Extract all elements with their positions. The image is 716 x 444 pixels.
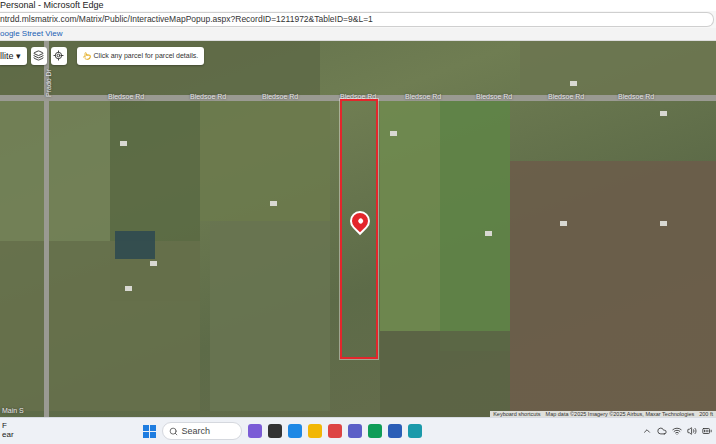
building xyxy=(125,286,132,291)
locate-icon xyxy=(53,50,64,61)
street-view-link[interactable]: oogle Street View xyxy=(0,29,63,38)
wifi-icon[interactable] xyxy=(672,426,682,436)
start-icon[interactable] xyxy=(143,425,156,438)
field-patch xyxy=(380,331,510,417)
taskbar-search[interactable]: Search xyxy=(162,422,242,440)
road-label: Prado Dr xyxy=(45,69,52,97)
attribution-text: Map data ©2025 Imagery ©2025 Airbus, Max… xyxy=(546,411,695,417)
app-icon[interactable] xyxy=(268,424,282,438)
field-patch xyxy=(200,101,330,221)
field-patch xyxy=(0,101,110,241)
taskbar-center: Search xyxy=(32,422,642,440)
chevron-up-icon[interactable] xyxy=(642,426,652,436)
road xyxy=(44,41,49,417)
app-icon[interactable] xyxy=(328,424,342,438)
building xyxy=(660,221,667,226)
taskbar: Fear Search xyxy=(0,417,716,444)
address-row: ntrdd.mlsmatrix.com/Matrix/Public/Intera… xyxy=(0,11,716,28)
building xyxy=(120,141,127,146)
map-attribution: Keyboard shortcuts Map data ©2025 Imagery… xyxy=(490,411,716,417)
app-icon[interactable] xyxy=(248,424,262,438)
map-type-select[interactable]: llite ▾ xyxy=(0,47,27,65)
search-icon xyxy=(169,427,178,436)
volume-icon[interactable] xyxy=(687,426,697,436)
map-toolbar: llite ▾ Click any parcel for parcel detai… xyxy=(0,47,204,65)
road-label: Bledsoe Rd xyxy=(262,93,298,100)
address-bar[interactable]: ntrdd.mlsmatrix.com/Matrix/Public/Intera… xyxy=(0,12,714,27)
field-patch xyxy=(0,241,200,411)
map[interactable]: Prado Dr Bledsoe Rd Bledsoe Rd Bledsoe Rd Bl… xyxy=(0,41,716,417)
app-icon[interactable] xyxy=(408,424,422,438)
weather-widget[interactable]: Fear xyxy=(2,422,32,440)
system-tray xyxy=(642,426,712,436)
battery-icon[interactable] xyxy=(702,426,712,436)
field-patch xyxy=(210,221,330,411)
road-label: Bledsoe Rd xyxy=(476,93,512,100)
road-label: Bledsoe Rd xyxy=(108,93,144,100)
pointer-icon xyxy=(83,52,91,60)
road-label: Bledsoe Rd xyxy=(548,93,584,100)
locate-button[interactable] xyxy=(51,47,67,65)
road-label: Bledsoe Rd xyxy=(190,93,226,100)
road-label: Bledsoe Rd xyxy=(618,93,654,100)
link-row: oogle Street View xyxy=(0,28,716,41)
layers-button[interactable] xyxy=(31,47,47,65)
cloud-icon[interactable] xyxy=(657,426,667,436)
window-title: Personal - Microsoft Edge xyxy=(0,0,716,11)
app-icon[interactable] xyxy=(388,424,402,438)
attribution-text: 200 ft xyxy=(699,411,713,417)
building xyxy=(390,131,397,136)
building xyxy=(560,221,567,226)
app-icon[interactable] xyxy=(308,424,322,438)
field-patch xyxy=(520,41,716,96)
app-icon[interactable] xyxy=(288,424,302,438)
road-label: Bledsoe Rd xyxy=(405,93,441,100)
field-patch xyxy=(510,161,716,411)
edge-window: Personal - Microsoft Edgentrdd.mlsmatrix… xyxy=(0,0,716,444)
road-label: Main S xyxy=(2,407,24,414)
attribution-text[interactable]: Keyboard shortcuts xyxy=(493,411,540,417)
building xyxy=(660,111,667,116)
field-patch xyxy=(440,101,510,351)
building xyxy=(270,201,277,206)
app-icon[interactable] xyxy=(368,424,382,438)
field-patch xyxy=(115,231,155,259)
map-hint: Click any parcel for parcel details. xyxy=(77,47,205,65)
app-icon[interactable] xyxy=(348,424,362,438)
building xyxy=(485,231,492,236)
map-pin-icon[interactable] xyxy=(346,207,374,235)
building xyxy=(570,81,577,86)
layers-icon xyxy=(33,50,44,61)
field-patch xyxy=(380,101,440,331)
building xyxy=(150,261,157,266)
